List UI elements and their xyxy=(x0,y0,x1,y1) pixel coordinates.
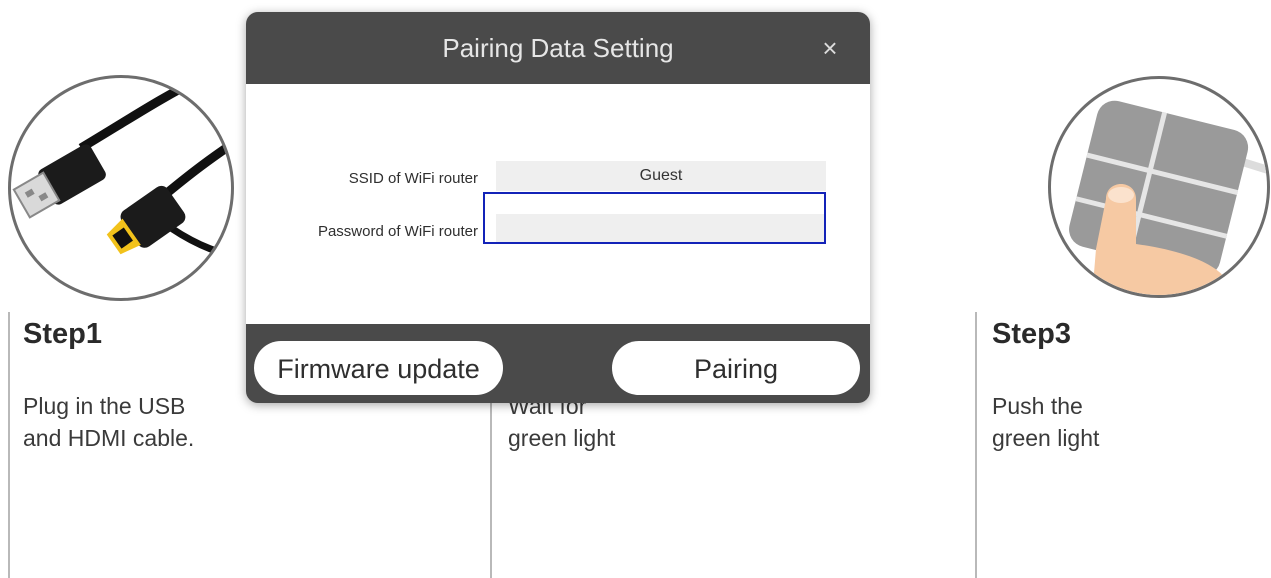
usb-hdmi-cable-image xyxy=(8,75,234,301)
step1-title: Step1 xyxy=(23,318,102,350)
dialog-body: SSID of WiFi router Password of WiFi rou… xyxy=(246,84,870,324)
ssid-label: SSID of WiFi router xyxy=(348,170,478,187)
firmware-update-button[interactable]: Firmware update xyxy=(254,341,503,395)
password-field[interactable] xyxy=(496,214,826,244)
dialog-title: Pairing Data Setting xyxy=(442,33,674,63)
dialog-header: Pairing Data Setting × xyxy=(246,12,870,84)
close-icon[interactable]: × xyxy=(818,35,842,61)
step3-title: Step3 xyxy=(992,318,1071,350)
step1-description: Plug in the USB and HDMI cable. xyxy=(23,393,195,451)
dialog-footer: Firmware update Pairing xyxy=(246,324,870,403)
step3-description: Push the green light xyxy=(992,393,1100,451)
step1-divider xyxy=(8,312,10,578)
pairing-dialog: Pairing Data Setting × SSID of WiFi rout… xyxy=(246,12,870,403)
usb-hdmi-cable-icon xyxy=(12,78,231,260)
device-button-press-icon xyxy=(1069,100,1267,295)
pairing-button[interactable]: Pairing xyxy=(612,341,860,395)
password-label: Password of WiFi router xyxy=(317,223,478,240)
step3-divider xyxy=(975,312,977,578)
device-button-image xyxy=(1048,76,1270,298)
ssid-field[interactable] xyxy=(496,161,826,191)
